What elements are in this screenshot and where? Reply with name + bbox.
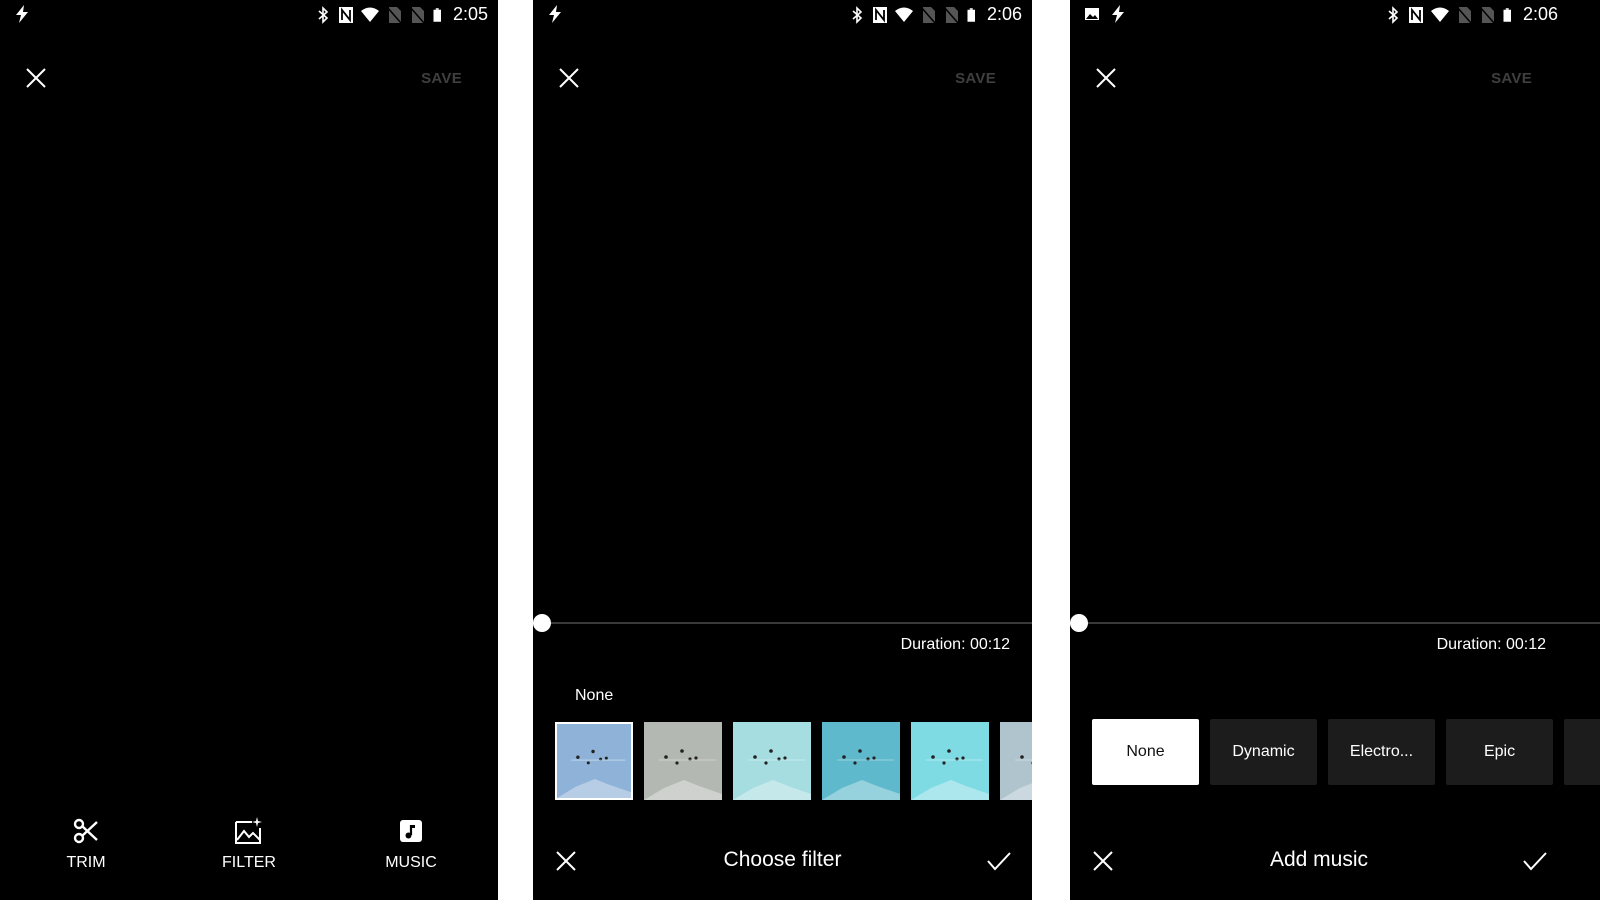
filter-thumbnail[interactable] xyxy=(911,722,989,800)
trim-button[interactable]: TRIM xyxy=(36,816,136,872)
top-bar: SAVE xyxy=(1070,58,1600,98)
no-sim-icon xyxy=(920,6,936,23)
flash-icon xyxy=(1112,5,1124,23)
video-scrubber[interactable] xyxy=(533,614,1032,632)
close-icon[interactable] xyxy=(24,66,48,90)
close-icon[interactable] xyxy=(557,66,581,90)
filter-preview-image xyxy=(557,724,631,798)
filter-thumbnail[interactable] xyxy=(1000,722,1032,800)
save-button[interactable]: SAVE xyxy=(955,70,996,87)
music-label: MUSIC xyxy=(385,854,437,871)
nfc-icon xyxy=(1408,6,1423,23)
music-option[interactable] xyxy=(1564,719,1600,785)
confirm-check-icon[interactable] xyxy=(986,850,1012,872)
add-music-screen: 2:06 SAVE Duration: 00:12 None Dynamic Ele… xyxy=(1070,0,1600,900)
no-sim-icon xyxy=(1479,6,1495,23)
top-bar: SAVE xyxy=(0,58,498,98)
music-note-icon xyxy=(400,820,422,842)
action-bar-title: Add music xyxy=(1269,848,1369,871)
filter-action-bar: Choose filter xyxy=(533,830,1032,900)
scrubber-track xyxy=(1078,622,1600,624)
nfc-icon xyxy=(872,6,887,23)
action-bar-title: Choose filter xyxy=(723,848,842,871)
music-option[interactable]: Electro... xyxy=(1328,719,1435,785)
video-scrubber[interactable] xyxy=(1070,614,1600,632)
gallery-icon xyxy=(1085,8,1099,20)
no-sim-icon xyxy=(386,6,402,23)
no-sim-icon xyxy=(943,6,959,23)
no-sim-icon xyxy=(1456,6,1472,23)
trim-label: TRIM xyxy=(66,854,106,871)
filter-preview-image xyxy=(911,722,989,800)
duration-label: Duration: 00:12 xyxy=(1436,636,1546,653)
music-option-list[interactable]: None Dynamic Electro... Epic xyxy=(1092,719,1600,785)
status-time: 2:05 xyxy=(452,4,488,24)
selected-filter-name: None xyxy=(575,687,614,704)
video-editor-main-screen: 2:05 SAVE TRIM FILTER MUSIC xyxy=(0,0,498,900)
battery-icon xyxy=(433,7,441,22)
battery-icon xyxy=(967,7,975,22)
music-action-bar: Add music xyxy=(1070,830,1600,900)
status-time: 2:06 xyxy=(986,4,1022,24)
wifi-icon xyxy=(1430,7,1449,22)
image-sparkle-icon xyxy=(235,817,262,844)
wifi-icon xyxy=(360,7,379,22)
top-bar: SAVE xyxy=(533,58,1032,98)
wifi-icon xyxy=(894,7,913,22)
choose-filter-screen: 2:06 SAVE Duration: 00:12 None Choose fi… xyxy=(533,0,1032,900)
flash-icon xyxy=(549,5,561,23)
filter-label: FILTER xyxy=(222,854,276,871)
filter-preview-image xyxy=(644,722,722,800)
music-option[interactable]: None xyxy=(1092,719,1199,785)
filter-preview-image xyxy=(1000,722,1032,800)
bluetooth-icon xyxy=(1388,5,1399,24)
scrubber-handle[interactable] xyxy=(533,614,551,632)
filter-preview-image xyxy=(733,722,811,800)
scrubber-handle[interactable] xyxy=(1070,614,1088,632)
scissors-icon xyxy=(73,818,98,844)
music-option[interactable]: Epic xyxy=(1446,719,1553,785)
filter-thumbnail[interactable] xyxy=(644,722,722,800)
close-icon[interactable] xyxy=(1094,66,1118,90)
bluetooth-icon xyxy=(318,5,329,24)
confirm-check-icon[interactable] xyxy=(1522,850,1548,872)
bluetooth-icon xyxy=(852,5,863,24)
battery-icon xyxy=(1503,7,1511,22)
save-button[interactable]: SAVE xyxy=(1491,70,1532,87)
music-button[interactable]: MUSIC xyxy=(361,816,461,872)
scrubber-track xyxy=(541,622,1032,624)
filter-preview-image xyxy=(822,722,900,800)
filter-thumbnail[interactable] xyxy=(555,722,633,800)
filter-thumbnail-list[interactable] xyxy=(555,722,1032,800)
filter-thumbnail[interactable] xyxy=(822,722,900,800)
music-option[interactable]: Dynamic xyxy=(1210,719,1317,785)
status-bar: 2:06 xyxy=(533,0,1032,30)
duration-label: Duration: 00:12 xyxy=(900,636,1010,653)
save-button[interactable]: SAVE xyxy=(421,70,462,87)
no-sim-icon xyxy=(409,6,425,23)
status-time: 2:06 xyxy=(1522,4,1558,24)
editor-toolbar: TRIM FILTER MUSIC xyxy=(0,810,498,900)
status-bar: 2:05 xyxy=(0,0,498,30)
nfc-icon xyxy=(338,6,353,23)
filter-button[interactable]: FILTER xyxy=(199,816,299,872)
flash-icon xyxy=(16,5,28,23)
filter-thumbnail[interactable] xyxy=(733,722,811,800)
status-bar: 2:06 xyxy=(1070,0,1600,30)
